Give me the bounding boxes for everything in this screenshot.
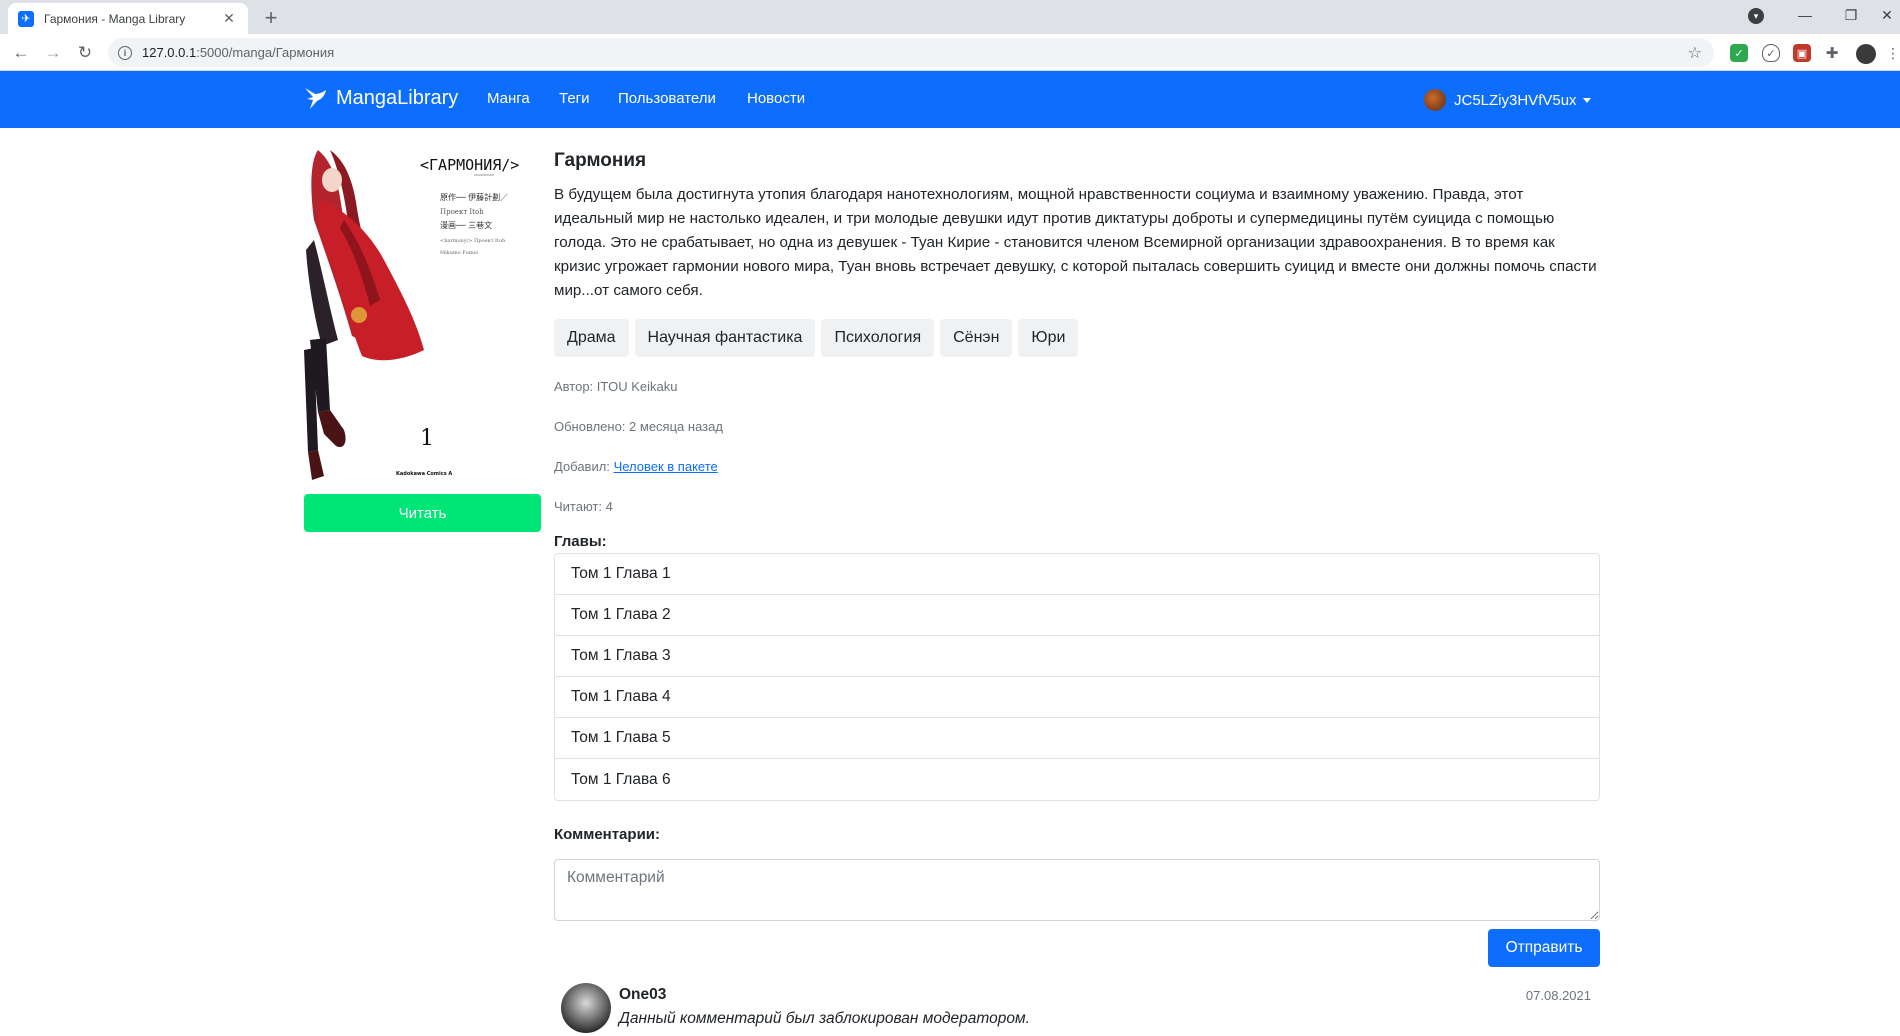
comment-author[interactable]: One03 (619, 986, 666, 1004)
reload-icon[interactable]: ↻ (72, 40, 98, 66)
tag-drama[interactable]: Драма (554, 318, 629, 357)
author-value: ITOU Keikaku (596, 378, 678, 394)
meta-readers: Читают: 4 (554, 497, 1600, 517)
meta-author: Автор: ITOU Keikaku (554, 377, 1600, 397)
tag-shounen[interactable]: Сёнэн (940, 318, 1013, 357)
chapter-item[interactable]: Том 1 Глава 3 (555, 636, 1599, 677)
user-dropdown[interactable]: JC5LZiy3HVfV5ux (1424, 89, 1591, 111)
minimize-window-button[interactable]: — (1782, 0, 1828, 30)
nav-link-manga[interactable]: Манга (487, 90, 530, 107)
cover-credit-1: 原作── 伊藤計劃／ (440, 192, 508, 202)
cover-credit-4: <harmony/> Проект Itoh (440, 238, 506, 244)
user-avatar (1424, 89, 1446, 111)
updated-value: 2 месяца назад (629, 418, 723, 434)
comment-text: Данный комментарий был заблокирован моде… (619, 1010, 1030, 1027)
site-navbar: MangaLibrary Манга Теги Пользователи Нов… (0, 71, 1900, 128)
close-window-button[interactable]: ✕ (1874, 0, 1900, 30)
chapter-item[interactable]: Том 1 Глава 5 (555, 718, 1599, 759)
readers-label: Читают: (554, 498, 602, 514)
manga-cover-image: <ГАРМОНИЯ/> 原作── 伊藤計劃／ Проект Itoh 漫画── … (304, 150, 541, 480)
cover-artwork: <ГАРМОНИЯ/> 原作── 伊藤計劃／ Проект Itoh 漫画── … (304, 150, 541, 480)
privacy-extension-icon[interactable]: ✓ (1762, 44, 1780, 62)
brand-link[interactable]: MangaLibrary (302, 85, 458, 111)
extensions-puzzle-icon[interactable]: ✚ (1823, 44, 1841, 62)
url-path: :5000/manga/Гармония (196, 45, 335, 60)
shield-extension-icon[interactable]: ✓ (1730, 44, 1748, 62)
nav-link-news[interactable]: Новости (747, 90, 805, 107)
readers-value: 4 (605, 498, 613, 514)
url-host: 127.0.0.1 (142, 45, 197, 60)
site-info-icon[interactable]: i (118, 45, 132, 60)
back-arrow-icon[interactable]: ← (8, 40, 34, 66)
commenter-avatar[interactable] (561, 983, 611, 1033)
tab-search-icon[interactable]: ▾ (1748, 8, 1764, 24)
chapter-item[interactable]: Том 1 Глава 4 (555, 677, 1599, 718)
caret-down-icon (1582, 97, 1591, 103)
cover-credit-2: Проект Itoh (440, 208, 484, 216)
tag-yuri[interactable]: Юри (1018, 318, 1079, 357)
send-comment-button[interactable]: Отправить (1488, 929, 1600, 967)
comment-input[interactable] (554, 859, 1600, 921)
tab-title: Гармония - Manga Library (44, 11, 186, 26)
chapter-item[interactable]: Том 1 Глава 1 (555, 554, 1599, 595)
tag-psychology[interactable]: Психология (821, 318, 935, 357)
chapters-heading: Главы: (554, 532, 607, 550)
comments-heading: Комментарии: (554, 826, 661, 843)
tag-sci-fi[interactable]: Научная фантастика (634, 318, 816, 357)
meta-updated: Обновлено: 2 месяца назад (554, 417, 1600, 437)
forward-arrow-icon[interactable]: → (40, 40, 66, 66)
cover-publisher: Kadokawa Comics A (396, 471, 452, 477)
read-button[interactable]: Читать (304, 494, 541, 532)
profile-avatar-icon[interactable] (1856, 44, 1876, 64)
tag-list: Драма Научная фантастика Психология Сёнэ… (554, 318, 1600, 357)
meta-added-by: Добавил: Человек в пакете (554, 457, 1600, 477)
browser-menu-icon[interactable]: ⋮ (1886, 44, 1900, 62)
cover-credit-5: Mikumo Fumio (440, 250, 478, 256)
address-bar[interactable]: i 127.0.0.1:5000/manga/Гармония ☆ (108, 38, 1714, 67)
manga-description: В будущем была достигнута утопия благода… (554, 185, 1597, 299)
close-tab-icon[interactable]: ✕ (220, 10, 238, 27)
updated-label: Обновлено: (554, 418, 626, 434)
url-text[interactable]: 127.0.0.1:5000/manga/Гармония (142, 45, 1688, 60)
cover-title-text: <ГАРМОНИЯ/> (420, 156, 519, 174)
author-label: Автор: (554, 378, 594, 394)
new-tab-button[interactable]: + (258, 5, 284, 31)
bird-logo-icon (305, 88, 326, 109)
browser-tab[interactable]: ✈ Гармония - Manga Library ✕ (8, 3, 248, 34)
restore-window-button[interactable]: ❐ (1828, 0, 1874, 30)
manga-title: Гармония (554, 150, 647, 171)
username: JC5LZiy3HVfV5ux (1454, 91, 1577, 109)
browser-toolbar: ← → ↻ i 127.0.0.1:5000/manga/Гармония ☆ … (0, 34, 1900, 71)
comment-date: 07.08.2021 (1525, 988, 1591, 1003)
brand-name: MangaLibrary (336, 86, 459, 109)
chapter-item[interactable]: Том 1 Глава 2 (555, 595, 1599, 636)
added-label: Добавил: (554, 458, 610, 474)
cover-credit-3: 漫画── 三巷文 (440, 220, 492, 230)
browser-tabstrip: ✈ Гармония - Manga Library ✕ + ▾ — ❐ ✕ (0, 0, 1900, 34)
chapter-item[interactable]: Том 1 Глава 6 (555, 759, 1599, 800)
nav-link-users[interactable]: Пользователи (618, 90, 716, 107)
site-favicon-icon: ✈ (18, 10, 34, 27)
cover-volume-number: 1 (420, 426, 434, 451)
added-by-user-link[interactable]: Человек в пакете (614, 459, 718, 474)
save-extension-icon[interactable]: ▣ (1793, 44, 1811, 62)
manga-info: Гармония В будущем была достигнута утопи… (554, 150, 1600, 550)
nav-link-tags[interactable]: Теги (559, 90, 590, 107)
chapter-list: Том 1 Глава 1 Том 1 Глава 2 Том 1 Глава … (554, 553, 1600, 801)
comment-item: One03 Данный комментарий был заблокирова… (561, 981, 1591, 1036)
bookmark-star-icon[interactable]: ☆ (1688, 43, 1702, 63)
